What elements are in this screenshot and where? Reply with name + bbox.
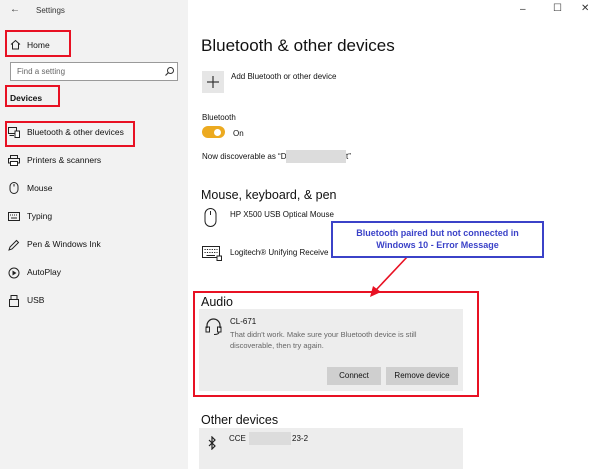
sidebar-item-pen[interactable]: Pen & Windows Ink xyxy=(8,238,178,252)
device-item-keyboard[interactable]: Logitech® Unifying Receive xyxy=(201,244,331,264)
device-name: HP X500 USB Optical Mouse xyxy=(230,210,334,219)
pen-icon xyxy=(8,239,20,251)
sidebar-item-typing[interactable]: Typing xyxy=(8,210,178,224)
discoverable-text-start: Now discoverable as “D xyxy=(202,152,287,161)
search-icon[interactable] xyxy=(164,66,175,77)
close-icon[interactable]: ✕ xyxy=(581,3,589,14)
sidebar-item-label: Typing xyxy=(27,211,53,221)
bluetooth-icon xyxy=(207,436,217,450)
other-device-card[interactable]: CCE 23-2 xyxy=(199,428,463,469)
annotation-line-1: Bluetooth paired but not connected in xyxy=(356,228,519,238)
page-title: Bluetooth & other devices xyxy=(201,36,395,55)
keyboard-icon xyxy=(8,212,20,221)
annotation-callout: Bluetooth paired but not connected in Wi… xyxy=(331,221,544,258)
callout-arrow xyxy=(370,255,409,297)
add-device-label[interactable]: Add Bluetooth or other device xyxy=(231,72,336,81)
mouse-icon xyxy=(9,182,19,194)
sidebar-item-label: Printers & scanners xyxy=(27,155,102,165)
search-input[interactable]: Find a setting xyxy=(10,62,178,81)
section-mouse-keyboard-pen: Mouse, keyboard, & pen xyxy=(201,188,337,202)
sidebar-item-autoplay[interactable]: AutoPlay xyxy=(8,266,178,280)
sidebar-item-mouse[interactable]: Mouse xyxy=(8,182,178,196)
highlight-bluetooth-item xyxy=(5,121,135,147)
annotation-line-2: Windows 10 - Error Message xyxy=(376,240,499,250)
sidebar-item-label: AutoPlay xyxy=(27,267,62,277)
device-name: Logitech® Unifying Receive xyxy=(230,248,329,257)
add-device-button[interactable] xyxy=(202,71,224,93)
sidebar-item-label: Mouse xyxy=(27,183,53,193)
minimize-icon[interactable]: – xyxy=(520,4,526,15)
redacted-device-name xyxy=(249,432,291,445)
other-device-name-start: CCE xyxy=(229,434,246,443)
search-placeholder: Find a setting xyxy=(17,67,66,76)
sidebar-item-label: Pen & Windows Ink xyxy=(27,239,101,249)
bluetooth-label: Bluetooth xyxy=(202,113,236,122)
autoplay-icon xyxy=(8,267,20,279)
discoverable-text-end: t” xyxy=(346,152,351,161)
sidebar-item-printers[interactable]: Printers & scanners xyxy=(8,154,178,168)
window-title: Settings xyxy=(36,6,65,15)
back-arrow-icon[interactable]: ← xyxy=(10,4,20,15)
highlight-audio xyxy=(193,291,479,397)
bluetooth-state: On xyxy=(233,129,244,138)
printer-icon xyxy=(8,155,20,166)
toggle-knob xyxy=(214,129,221,136)
redacted-name xyxy=(286,150,346,163)
usb-icon xyxy=(8,295,20,307)
sidebar-item-usb[interactable]: USB xyxy=(8,294,178,308)
plus-icon xyxy=(207,76,219,88)
highlight-home xyxy=(5,30,71,57)
mouse-icon xyxy=(204,208,217,227)
maximize-icon[interactable]: ☐ xyxy=(553,3,562,14)
title-bar: ← Settings – ☐ ✕ xyxy=(0,0,600,22)
other-device-name-end: 23-2 xyxy=(292,434,309,443)
section-other-devices: Other devices xyxy=(201,413,279,427)
keyboard-icon xyxy=(202,246,222,261)
highlight-devices xyxy=(5,85,60,107)
sidebar-item-label: USB xyxy=(27,295,45,305)
